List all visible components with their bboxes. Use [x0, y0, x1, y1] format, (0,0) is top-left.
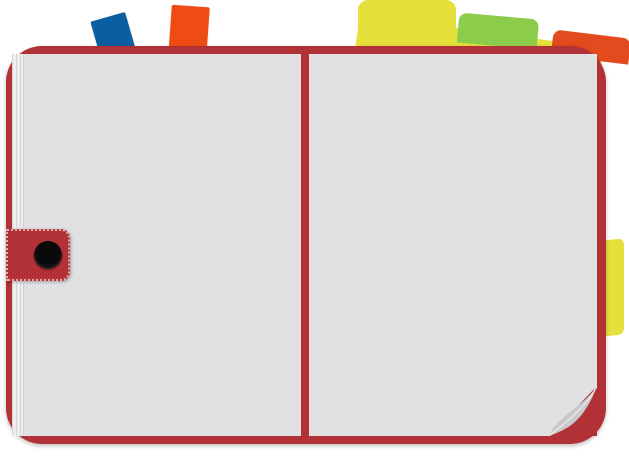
snap-button-icon[interactable] — [34, 241, 62, 269]
notebook-illustration — [0, 0, 629, 467]
page-curl-icon[interactable] — [549, 386, 597, 436]
notebook-spine — [301, 54, 309, 436]
right-page[interactable] — [309, 54, 597, 436]
